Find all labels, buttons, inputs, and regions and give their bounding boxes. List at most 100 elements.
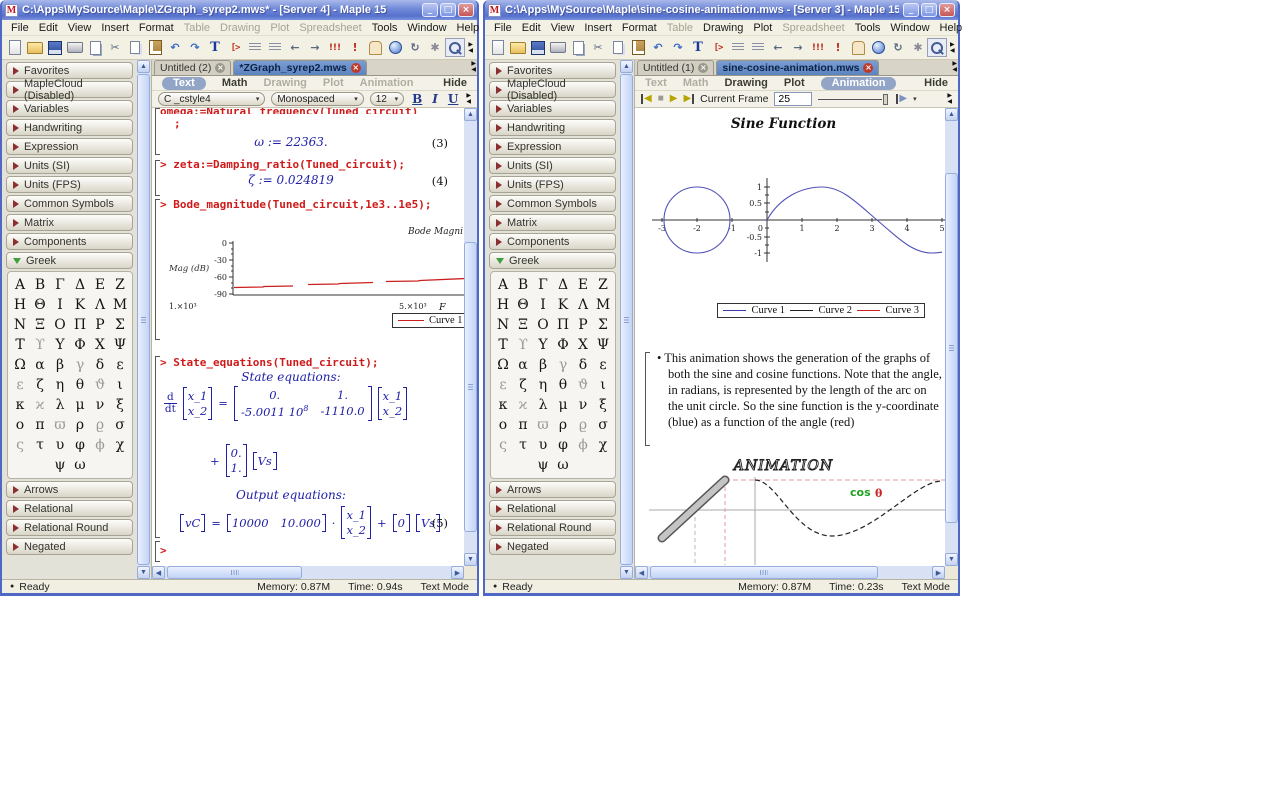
menu-window[interactable]: Window xyxy=(885,22,934,34)
greek-letter-button[interactable]: Α xyxy=(10,275,30,295)
palette-matrix[interactable]: Matrix xyxy=(6,214,133,231)
greek-letter-button[interactable]: Δ xyxy=(553,275,573,295)
greek-letter-button[interactable]: ζ xyxy=(513,375,533,395)
greek-letter-button[interactable]: Η xyxy=(10,295,30,315)
greek-letter-button[interactable]: Σ xyxy=(593,315,613,335)
greek-letter-button[interactable]: ϑ xyxy=(90,375,110,395)
palette-expression[interactable]: Expression xyxy=(489,138,616,155)
palette-units-si[interactable]: Units (SI) xyxy=(6,157,133,174)
vertical-scrollbar[interactable]: ▲ ▼ xyxy=(945,108,958,566)
menu-insert[interactable]: Insert xyxy=(579,22,617,34)
palette-relational[interactable]: Relational xyxy=(6,500,133,517)
zoom-tool-box[interactable] xyxy=(927,38,947,57)
greek-letter-button[interactable]: Ω xyxy=(10,355,30,375)
greek-letter-button[interactable] xyxy=(90,455,110,475)
palette-favorites[interactable]: Favorites xyxy=(6,62,133,79)
frame-forward-button[interactable]: ▶ xyxy=(896,94,907,104)
new-document-icon[interactable] xyxy=(6,39,24,56)
greek-letter-button[interactable]: Ν xyxy=(493,315,513,335)
horizontal-scrollbar[interactable]: ◀ ▶ xyxy=(635,566,945,579)
greek-letter-button[interactable]: Θ xyxy=(513,295,533,315)
print-icon[interactable] xyxy=(549,39,567,56)
insert-text-icon[interactable]: T xyxy=(689,39,707,56)
greek-letter-button[interactable]: υ xyxy=(50,435,70,455)
palette-units-fps[interactable]: Units (FPS) xyxy=(6,176,133,193)
close-button[interactable]: × xyxy=(939,3,955,17)
mode-text[interactable]: Text xyxy=(162,77,206,90)
greek-letter-button[interactable]: Ι xyxy=(533,295,553,315)
greek-letter-button[interactable]: κ xyxy=(10,395,30,415)
menu-format[interactable]: Format xyxy=(617,22,662,34)
undo-icon[interactable]: ↶ xyxy=(166,39,184,56)
greek-letter-button[interactable]: γ xyxy=(553,355,573,375)
greek-letter-button[interactable]: λ xyxy=(50,395,70,415)
greek-letter-button[interactable]: Η xyxy=(493,295,513,315)
greek-letter-button[interactable]: Υ xyxy=(50,335,70,355)
greek-letter-button[interactable]: Ζ xyxy=(110,275,130,295)
stop-button[interactable]: ■ xyxy=(658,94,664,104)
insert-text-icon[interactable]: T xyxy=(206,39,224,56)
menu-format[interactable]: Format xyxy=(134,22,179,34)
mode-animation[interactable]: Animation xyxy=(360,77,414,89)
palette-common-symbols[interactable]: Common Symbols xyxy=(6,195,133,212)
outdent-group-icon[interactable] xyxy=(749,39,767,56)
menu-view[interactable]: View xyxy=(546,22,580,34)
underline-button[interactable]: U xyxy=(446,92,460,106)
palette-components[interactable]: Components xyxy=(6,233,133,250)
palette-scrollbar[interactable]: ▲ ▼ xyxy=(620,60,633,579)
tab-zgraph-syrep2[interactable]: *ZGraph_syrep2.mws× xyxy=(233,60,366,75)
greek-letter-button[interactable]: Ο xyxy=(533,315,553,335)
palette-relational-round[interactable]: Relational Round xyxy=(6,519,133,536)
maximize-button[interactable]: □ xyxy=(921,3,937,17)
input-line[interactable]: ; xyxy=(174,117,181,130)
insert-prompt-icon[interactable]: [> xyxy=(709,39,727,56)
greek-letter-button[interactable]: α xyxy=(513,355,533,375)
greek-letter-button[interactable]: ι xyxy=(593,375,613,395)
greek-letter-button[interactable]: Ν xyxy=(10,315,30,335)
options-gear-icon[interactable]: ✱ xyxy=(909,39,927,56)
forward-icon[interactable]: → xyxy=(306,39,324,56)
bode-legend[interactable]: Curve 1 xyxy=(392,313,464,328)
greek-letter-button[interactable]: ς xyxy=(493,435,513,455)
minimize-button[interactable]: _ xyxy=(422,3,438,17)
greek-letter-button[interactable]: ζ xyxy=(30,375,50,395)
execute-icon[interactable]: ! xyxy=(829,39,847,56)
input-bode[interactable]: > Bode_magnitude(Tuned_circuit,1e3..1e5)… xyxy=(160,198,432,211)
greek-letter-button[interactable]: ξ xyxy=(593,395,613,415)
scroll-up-icon[interactable]: ▲ xyxy=(620,60,633,73)
close-tab-icon[interactable]: × xyxy=(215,63,225,73)
palette-arrows[interactable]: Arrows xyxy=(489,481,616,498)
greek-letter-button[interactable]: Σ xyxy=(110,315,130,335)
greek-letter-button[interactable]: ϰ xyxy=(513,395,533,415)
menu-spreadsheet[interactable]: Spreadsheet xyxy=(777,22,849,34)
cut-icon[interactable]: ✂ xyxy=(106,39,124,56)
hide-toolbar-button[interactable]: Hide xyxy=(443,77,467,89)
back-icon[interactable]: ← xyxy=(769,39,787,56)
frame-slider[interactable] xyxy=(818,93,890,106)
greek-letter-button[interactable]: φ xyxy=(553,435,573,455)
greek-letter-button[interactable] xyxy=(493,455,513,475)
status-mode[interactable]: Text Mode xyxy=(902,581,950,593)
mode-math[interactable]: Math xyxy=(683,77,709,89)
greek-letter-button[interactable]: ξ xyxy=(110,395,130,415)
restart-icon[interactable]: ↻ xyxy=(406,39,424,56)
execute-icon[interactable]: ! xyxy=(346,39,364,56)
outdent-group-icon[interactable] xyxy=(266,39,284,56)
paste-icon[interactable] xyxy=(146,39,164,56)
menu-plot[interactable]: Plot xyxy=(748,22,777,34)
greek-letter-button[interactable]: Ξ xyxy=(513,315,533,335)
greek-letter-button[interactable]: Ω xyxy=(493,355,513,375)
greek-letter-button[interactable]: Λ xyxy=(573,295,593,315)
greek-letter-button[interactable]: ψ xyxy=(533,455,553,475)
greek-letter-button[interactable]: ϕ xyxy=(90,435,110,455)
palette-relational-round[interactable]: Relational Round xyxy=(489,519,616,536)
curve-legend[interactable]: Curve 1 Curve 2 Curve 3 xyxy=(717,303,925,318)
palette-arrows[interactable]: Arrows xyxy=(6,481,133,498)
greek-letter-button[interactable]: ϱ xyxy=(90,415,110,435)
input-zeta[interactable]: > zeta:=Damping_ratio(Tuned_circuit); xyxy=(160,158,405,171)
font-size-dropdown[interactable]: 12▾ xyxy=(370,92,404,106)
tab-untitled[interactable]: Untitled (1)× xyxy=(637,60,714,75)
toolbar-overflow-icon[interactable]: ▶◀ xyxy=(468,42,473,54)
palette-expression[interactable]: Expression xyxy=(6,138,133,155)
greek-letter-button[interactable]: Χ xyxy=(90,335,110,355)
